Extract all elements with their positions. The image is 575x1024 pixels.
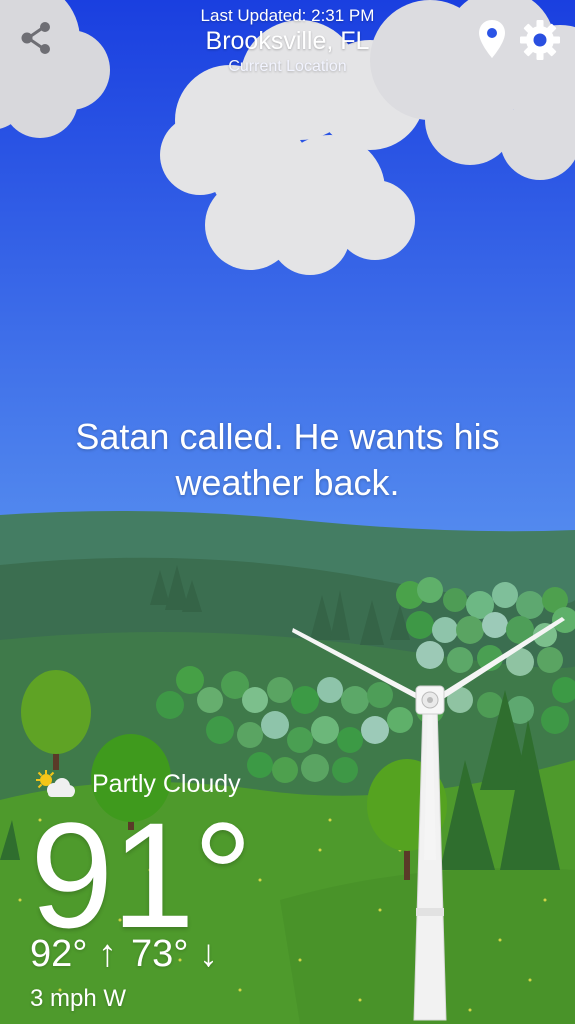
arrow-down-icon: ↓ (199, 933, 219, 975)
location-button[interactable] (472, 16, 512, 62)
high-temp: 92° ↑ (30, 932, 117, 976)
weather-message: Satan called. He wants his weather back. (75, 416, 500, 503)
map-pin-icon (479, 20, 505, 58)
gear-icon (520, 20, 560, 60)
arrow-up-icon: ↑ (98, 933, 118, 975)
low-temp: 73° ↓ (131, 932, 218, 976)
current-temperature: 91° (30, 791, 253, 959)
low-value: 73° (131, 933, 189, 975)
settings-button[interactable] (516, 16, 564, 64)
high-value: 92° (30, 933, 88, 975)
wind-speed: 3 mph W (30, 985, 127, 1012)
high-low: 92° ↑ 73° ↓ (30, 932, 218, 976)
